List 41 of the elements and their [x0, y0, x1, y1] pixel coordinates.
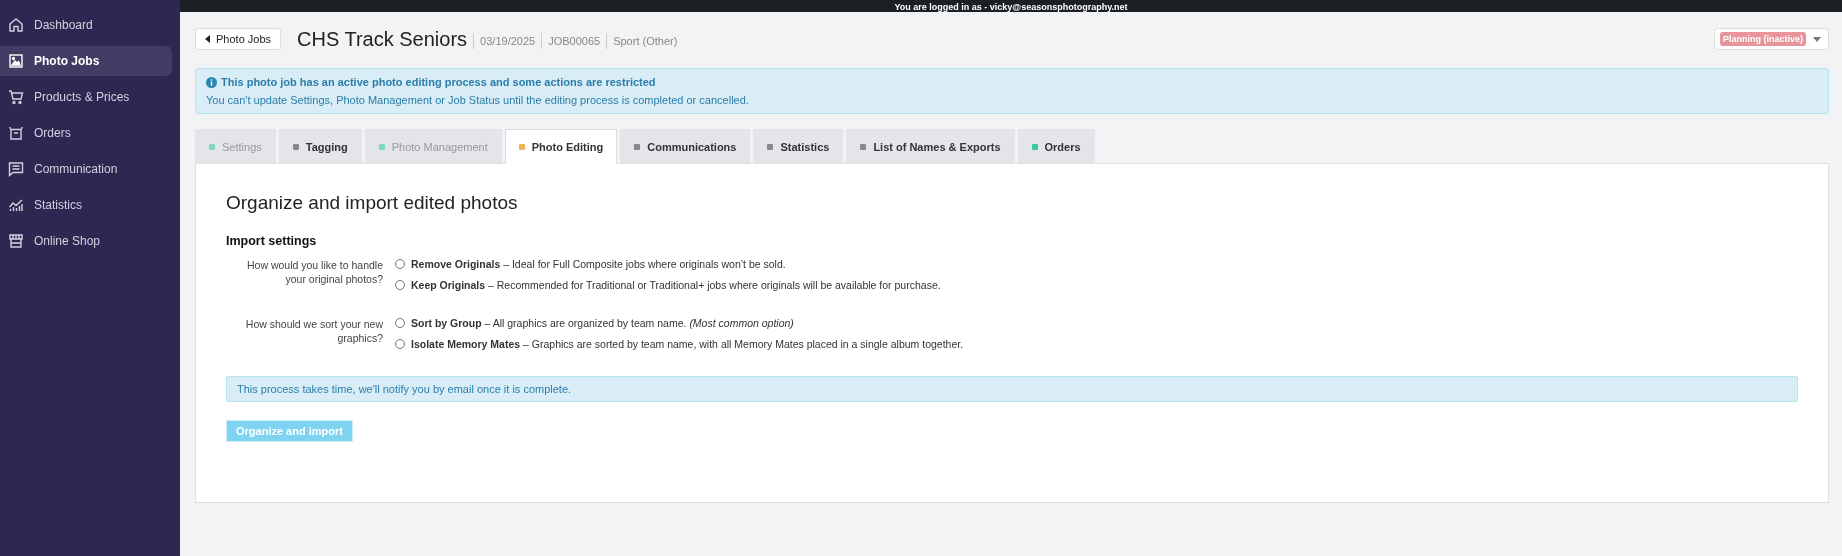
caret-icon — [205, 35, 210, 43]
alert-text: You can't update Settings, Photo Management or Job Status until the editing process is completed or cancelled. — [206, 94, 750, 106]
message-icon — [8, 161, 24, 177]
info-icon — [206, 76, 217, 88]
box-icon — [8, 125, 24, 141]
section-heading: Import settings — [226, 234, 318, 248]
tab[interactable]: Photo Editing — [504, 129, 618, 164]
option-label: Keep Originals – Recommended for Traditional or Traditional+ jobs where originals will be available for purchase. — [411, 279, 941, 291]
tab[interactable]: Tagging — [278, 129, 362, 163]
chart-icon — [8, 197, 24, 213]
option-label: Sort by Group – All graphics are organized by team name. (Most common option) — [411, 317, 794, 329]
tab[interactable]: Communications — [620, 129, 751, 163]
caret-icon — [1813, 36, 1821, 42]
sidebar-item[interactable]: Dashboard — [0, 10, 172, 40]
image-icon — [8, 53, 24, 69]
option-label: Remove Originals – Ideal for Full Composite jobs where originals won’t be sold. — [411, 258, 786, 270]
question-label: How would you like to handle your original photos? — [246, 258, 383, 287]
tab[interactable]: List of Names & Exports — [846, 129, 1015, 163]
job-meta: JOB00065 — [541, 33, 607, 49]
alert-title: This photo job has an active photo editing process and some actions are restricted — [221, 76, 656, 88]
job-meta: 03/19/2025 — [473, 33, 542, 49]
sidebar-item[interactable]: Orders — [0, 118, 172, 148]
sidebar-item[interactable]: Online Shop — [0, 226, 172, 256]
sidebar-item[interactable]: Products & Prices — [0, 82, 172, 112]
status-badge: Planning (inactive) — [1720, 32, 1806, 46]
job-meta: Sport (Other) — [606, 33, 684, 49]
sidebar-item[interactable]: Statistics — [0, 190, 172, 220]
tab[interactable]: Statistics — [753, 129, 844, 163]
job-title: CHS Track Seniors — [297, 27, 468, 51]
sidebar-item[interactable]: Photo Jobs — [0, 46, 172, 76]
notice-text: This process takes time, we'll notify you by email once it is complete. — [237, 383, 572, 395]
tab[interactable]: Orders — [1017, 129, 1095, 163]
cart-icon — [8, 89, 24, 105]
panel-heading: Organize and import edited photos — [226, 192, 519, 214]
option-label: Isolate Memory Mates – Graphics are sorted by team name, with all Memory Mates placed in a single album together. — [411, 338, 964, 350]
back-button[interactable]: Photo Jobs — [195, 28, 282, 50]
logged-in-text: You are logged in as - vicky@seasonsphotography.net — [894, 2, 1128, 12]
question-label: How should we sort your new graphics? — [244, 317, 383, 346]
store-icon — [8, 233, 24, 249]
home-icon — [8, 17, 24, 33]
sidebar-item[interactable]: Communication — [0, 154, 172, 184]
